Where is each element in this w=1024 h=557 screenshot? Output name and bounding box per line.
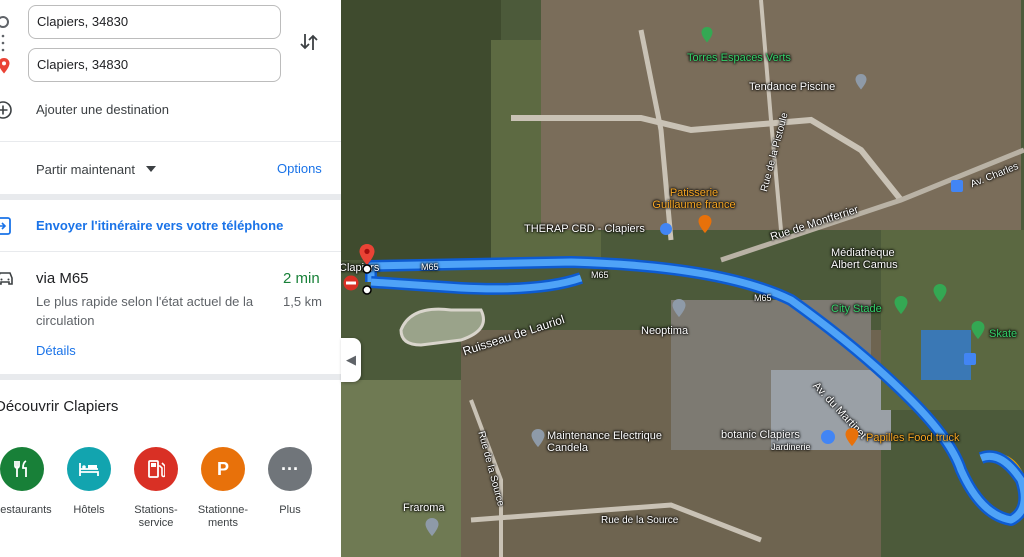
place-label[interactable]: Jardinerie bbox=[771, 442, 811, 452]
food-pin-icon[interactable] bbox=[844, 427, 860, 447]
route-start-dot-icon bbox=[362, 264, 372, 274]
shopping-pin-icon[interactable] bbox=[820, 429, 836, 445]
road-label: M65 bbox=[754, 293, 772, 303]
place-label[interactable]: Torres Espaces Verts bbox=[687, 52, 791, 64]
place-label[interactable]: Skate bbox=[989, 328, 1017, 340]
food-pin-icon[interactable] bbox=[697, 214, 713, 234]
park-pin-icon[interactable] bbox=[970, 320, 986, 340]
hotel-icon[interactable] bbox=[67, 447, 111, 491]
place-label[interactable]: Fraroma bbox=[403, 502, 445, 514]
details-button[interactable]: Détails bbox=[36, 343, 76, 358]
destination-input[interactable]: Clapiers, 34830 bbox=[28, 48, 281, 82]
directions-panel: Clapiers, 34830 Clapiers, 34830 Ajouter … bbox=[0, 0, 341, 557]
shopping-pin-icon[interactable] bbox=[659, 222, 673, 236]
category-label-hotels[interactable]: Hôtels bbox=[54, 504, 124, 517]
send-to-phone-icon[interactable] bbox=[0, 217, 12, 235]
category-label-more[interactable]: Plus bbox=[255, 504, 325, 517]
road-label: M65 bbox=[591, 270, 609, 280]
swap-icon[interactable] bbox=[299, 31, 319, 53]
park-pin-icon[interactable] bbox=[700, 26, 714, 44]
parking-icon[interactable]: P bbox=[201, 447, 245, 491]
chevron-left-icon[interactable]: ◀ bbox=[346, 352, 356, 368]
origin-circle-icon bbox=[0, 16, 9, 28]
place-label[interactable]: botanic Clapiers bbox=[721, 429, 800, 441]
place-pin-icon[interactable] bbox=[671, 298, 687, 318]
collapse-panel-button[interactable]: ◀ bbox=[341, 338, 361, 382]
route-duration: 2 min bbox=[283, 270, 320, 287]
options-button[interactable]: Options bbox=[277, 161, 322, 176]
category-label-parking[interactable]: Stationne-ments bbox=[188, 504, 258, 530]
map-background bbox=[341, 0, 1024, 557]
route-distance: 1,5 km bbox=[283, 294, 323, 309]
road-label: M65 bbox=[421, 262, 439, 272]
route-name[interactable]: via M65 bbox=[36, 270, 89, 287]
place-label[interactable]: Patisserie Guillaume france bbox=[649, 187, 739, 211]
discover-title: Découvrir Clapiers bbox=[0, 398, 119, 415]
place-pin-icon[interactable] bbox=[530, 428, 546, 448]
category-label-restaurants[interactable]: Restaurants bbox=[0, 504, 57, 517]
add-destination-icon[interactable] bbox=[0, 99, 14, 121]
origin-input[interactable]: Clapiers, 34830 bbox=[28, 5, 281, 39]
depart-now-dropdown[interactable]: Partir maintenant bbox=[36, 162, 135, 177]
place-label[interactable]: Papilles Food truck bbox=[866, 432, 960, 444]
bus-stop-icon[interactable] bbox=[964, 353, 976, 365]
place-label[interactable]: Neoptima bbox=[641, 325, 688, 337]
car-icon bbox=[0, 272, 13, 285]
send-to-phone-link[interactable]: Envoyer l'itinéraire vers votre téléphon… bbox=[36, 218, 283, 233]
place-label[interactable]: THERAP CBD - Clapiers bbox=[524, 223, 645, 235]
place-label[interactable]: City Stade bbox=[831, 303, 882, 315]
gas-station-icon[interactable] bbox=[134, 447, 178, 491]
no-entry-icon bbox=[343, 275, 359, 291]
satellite-map[interactable]: M65 M65 M65 Av. du Martinet Rue de Montf… bbox=[341, 0, 1024, 557]
place-label[interactable]: Tendance Piscine bbox=[749, 81, 835, 93]
place-pin-icon[interactable] bbox=[424, 517, 440, 537]
divider bbox=[0, 194, 341, 200]
divider bbox=[0, 374, 341, 380]
route-description: Le plus rapide selon l'état actuel de la… bbox=[36, 294, 254, 328]
divider bbox=[0, 141, 341, 142]
more-icon[interactable]: ··· bbox=[268, 447, 312, 491]
bus-stop-icon[interactable] bbox=[951, 180, 963, 192]
road-label: Rue de la Source bbox=[601, 515, 679, 526]
restaurant-icon[interactable] bbox=[0, 447, 44, 491]
place-label[interactable]: Médiathèque Albert Camus bbox=[831, 247, 921, 271]
add-destination-button[interactable]: Ajouter une destination bbox=[36, 102, 169, 117]
category-label-gas-stations[interactable]: Stations-service bbox=[121, 504, 191, 530]
park-pin-icon[interactable] bbox=[893, 295, 909, 315]
divider bbox=[0, 251, 341, 252]
route-dots-icon bbox=[1, 34, 5, 52]
park-pin-icon[interactable] bbox=[932, 283, 948, 303]
place-label[interactable]: Maintenance Electrique Candela bbox=[547, 430, 667, 454]
caret-down-icon[interactable] bbox=[146, 166, 156, 172]
destination-pin-icon bbox=[0, 58, 10, 74]
route-end-dot-icon bbox=[362, 285, 372, 295]
shop-pin-icon[interactable] bbox=[854, 73, 868, 91]
